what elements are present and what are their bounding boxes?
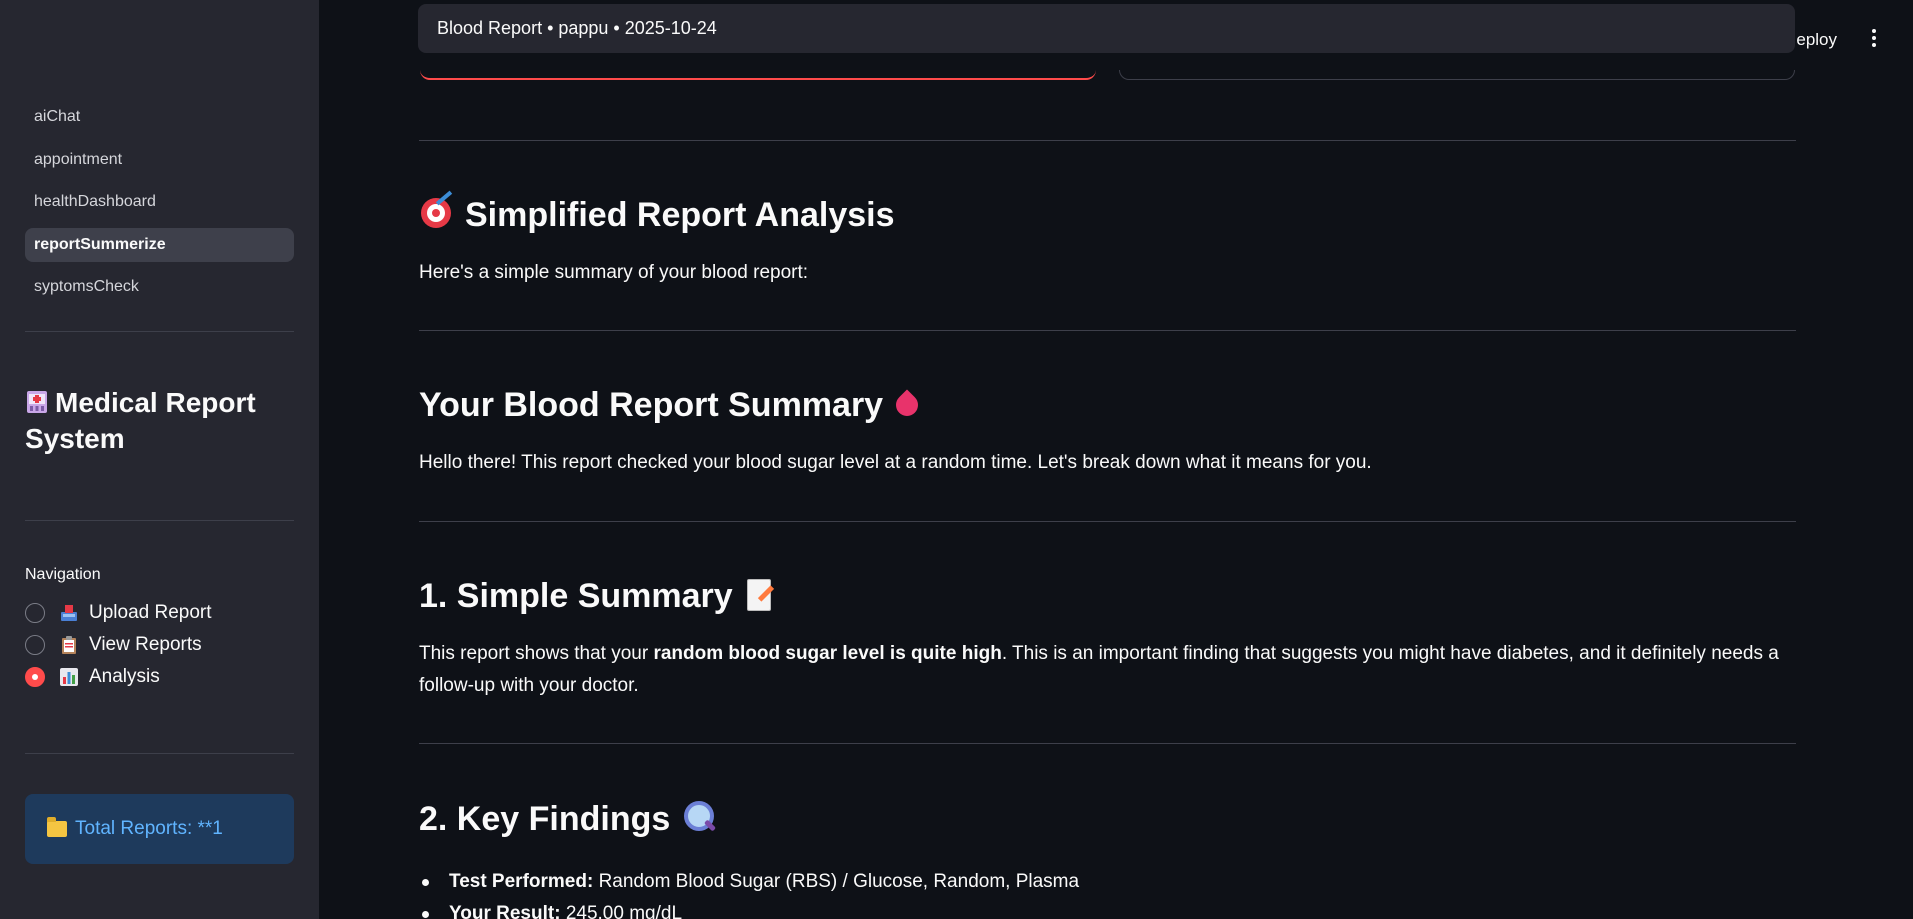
divider: [419, 330, 1796, 331]
simple-summary-emphasis: random blood sugar level is quite high: [653, 643, 1002, 664]
folder-icon: [47, 817, 67, 837]
sidebar-title-text: Medical Report System: [25, 387, 256, 454]
simple-summary-heading: 1. Simple Summary: [419, 577, 773, 616]
navigation-radio-group: Upload Report View Reports Analysis: [25, 597, 212, 693]
bullet-icon: [422, 878, 429, 886]
clipboard-icon: [59, 635, 79, 655]
report-title-bar: Blood Report • pappu • 2025-10-24: [418, 4, 1795, 53]
summary-heading: Your Blood Report Summary: [419, 386, 919, 425]
key-findings-heading-text: 2. Key Findings: [419, 800, 671, 838]
key-findings-list: Test Performed: Random Blood Sugar (RBS)…: [419, 866, 1079, 919]
radio-analysis[interactable]: Analysis: [25, 661, 212, 693]
nav-item-aichat[interactable]: aiChat: [25, 100, 294, 134]
finding-label: Your Result:: [449, 903, 561, 919]
radio-button[interactable]: [25, 635, 45, 655]
divider: [419, 743, 1796, 744]
radio-button-selected[interactable]: [25, 667, 45, 687]
radio-view-reports[interactable]: View Reports: [25, 629, 212, 661]
sidebar-title: Medical Report System: [25, 385, 294, 457]
analysis-heading: Simplified Report Analysis: [419, 190, 895, 235]
finding-value: Random Blood Sugar (RBS) / Glucose, Rand…: [593, 871, 1080, 892]
inbox-tray-icon: [59, 603, 79, 623]
navigation-label: Navigation: [25, 566, 101, 583]
bullet-icon: [422, 910, 429, 918]
simple-summary-text: This report shows that your: [419, 643, 654, 664]
blood-drop-icon: [893, 386, 919, 420]
sidebar-divider: [25, 520, 294, 521]
nav-item-healthdashboard[interactable]: healthDashboard: [25, 185, 294, 219]
active-tab-underline[interactable]: [420, 70, 1096, 80]
divider: [419, 521, 1796, 522]
analysis-intro: Here's a simple summary of your blood re…: [419, 262, 809, 283]
inactive-tab-outline[interactable]: [1119, 70, 1795, 80]
main-content: Blood Report • pappu • 2025-10-24 eploy …: [319, 0, 1913, 919]
nav-item-syptomscheck[interactable]: syptomsCheck: [25, 270, 294, 304]
radio-button[interactable]: [25, 603, 45, 623]
nav-item-reportsummerize[interactable]: reportSummerize: [25, 227, 294, 262]
radio-label: Upload Report: [89, 602, 212, 623]
hospital-icon: [25, 387, 49, 415]
list-item: Test Performed: Random Blood Sugar (RBS)…: [419, 866, 1079, 898]
sidebar-divider: [25, 331, 294, 332]
memo-icon: [745, 577, 773, 611]
page-nav: aiChat appointment healthDashboard repor…: [25, 100, 294, 313]
simple-summary-paragraph: This report shows that your random blood…: [419, 638, 1796, 702]
bar-chart-icon: [59, 667, 79, 687]
sidebar: aiChat appointment healthDashboard repor…: [0, 0, 319, 919]
deploy-button[interactable]: eploy: [1796, 30, 1837, 50]
simple-summary-heading-text: 1. Simple Summary: [419, 577, 733, 615]
radio-label: View Reports: [89, 634, 202, 655]
total-reports-text: Total Reports: **1: [75, 818, 223, 839]
finding-value: 245.00 mg/dL: [560, 903, 683, 919]
sidebar-divider: [25, 753, 294, 754]
analysis-heading-text: Simplified Report Analysis: [465, 196, 895, 234]
list-item: Your Result: 245.00 mg/dL: [419, 898, 1079, 919]
key-findings-heading: 2. Key Findings: [419, 798, 718, 839]
total-reports-info-box: Total Reports: **1: [25, 794, 294, 864]
more-menu-icon[interactable]: [1871, 29, 1877, 49]
nav-item-appointment[interactable]: appointment: [25, 143, 294, 177]
radio-label: Analysis: [89, 666, 160, 687]
summary-heading-text: Your Blood Report Summary: [419, 386, 884, 424]
magnifying-glass-icon: [682, 798, 718, 834]
target-icon: [419, 190, 455, 230]
divider: [419, 140, 1796, 141]
finding-label: Test Performed:: [449, 871, 594, 892]
radio-upload-report[interactable]: Upload Report: [25, 597, 212, 629]
summary-intro: Hello there! This report checked your bl…: [419, 452, 1372, 473]
